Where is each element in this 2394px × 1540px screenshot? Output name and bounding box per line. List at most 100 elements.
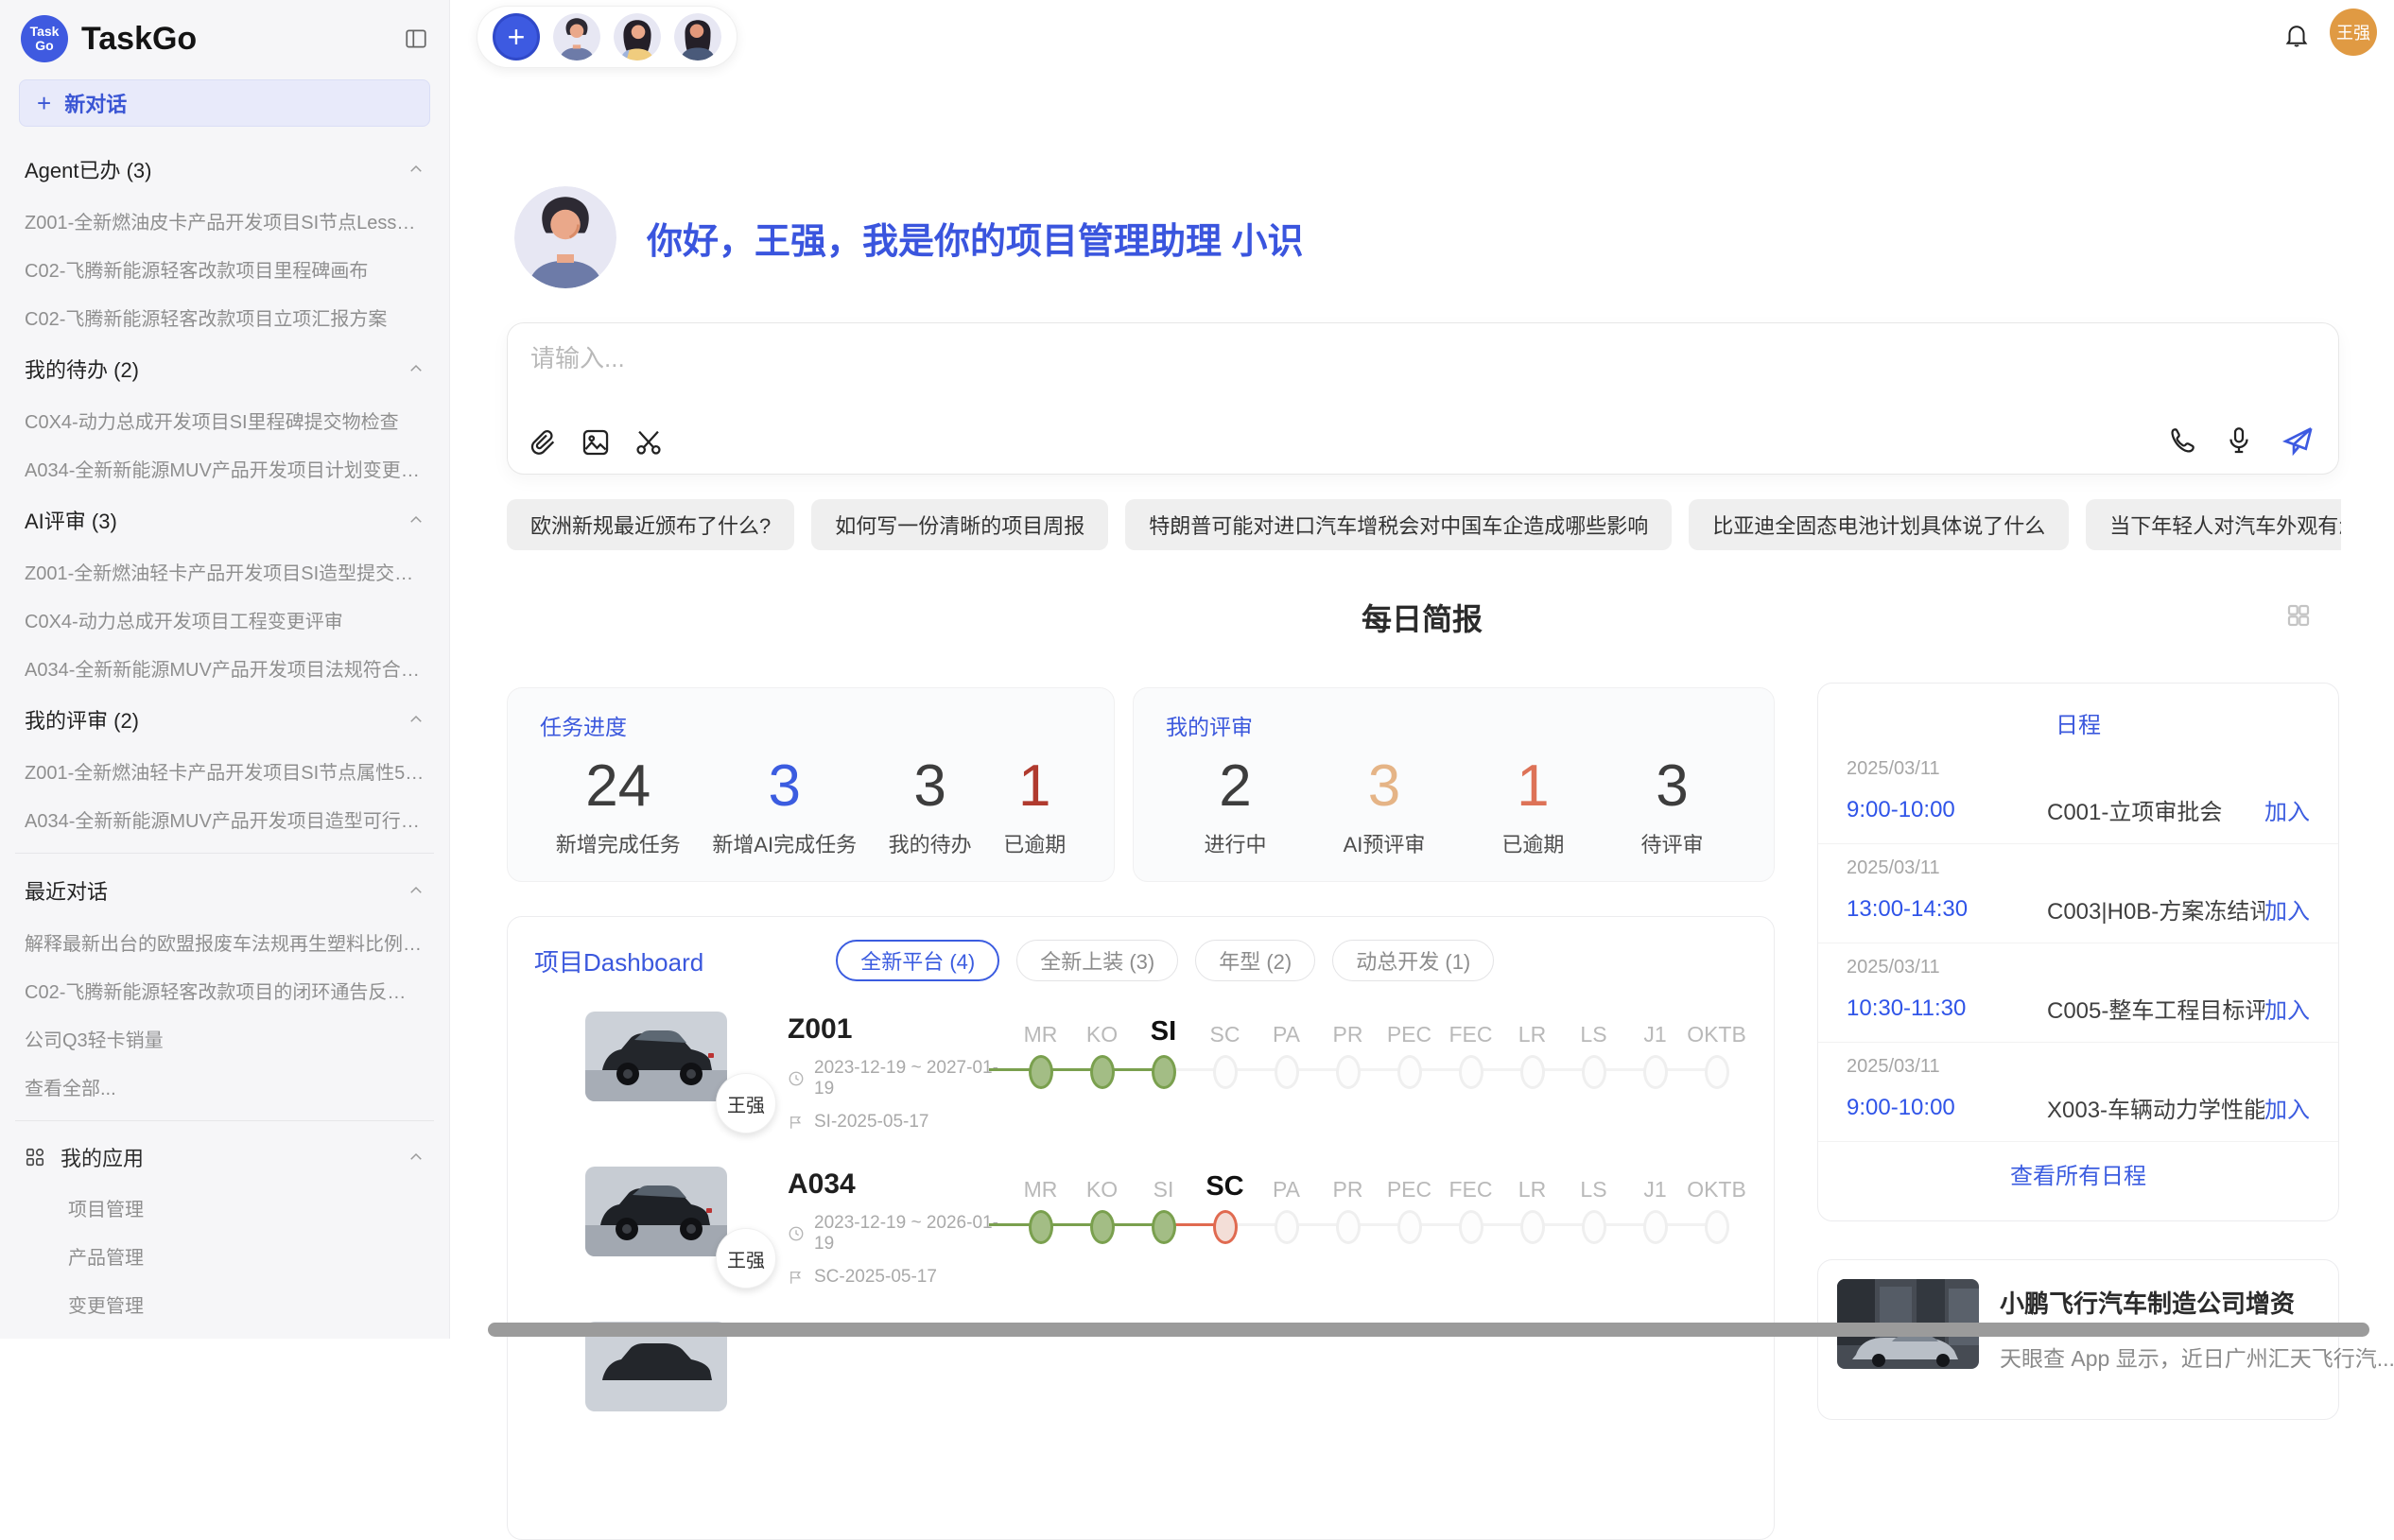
schedule-event: 2025/03/11 13:00-14:30 C003|H0B-方案冻结评审 加… [1818,844,2338,943]
event-time: 9:00-10:00 [1847,1095,2047,1121]
project-dates: 2023-12-19 ~ 2026-01-19 [788,1213,1006,1254]
project-row-a034[interactable]: 王强 A034 2023-12-19 ~ 2026-01-19 SC-2025-… [508,1146,1774,1301]
composer-right-tools [2166,423,2316,459]
project-owner-badge: 王强 [716,1073,776,1133]
recent-chat-item[interactable]: 解释最新出台的欧盟报废车法规再生塑料比例被调至15%... [11,918,438,966]
filter-model-year[interactable]: 年型 (2) [1195,940,1315,981]
project-row-z001[interactable]: 王强 Z001 2023-12-19 ~ 2027-01-19 SI-2025-… [508,991,1774,1146]
my-apps-header[interactable]: 我的应用 [11,1131,438,1184]
milestone-dot [1275,1210,1299,1244]
contact-avatar-2[interactable] [614,13,661,61]
milestone-dot [1643,1210,1668,1244]
news-card[interactable]: 小鹏飞行汽车制造公司增资 天眼查 App 显示，近日广州汇天飞行汽... [1817,1259,2339,1420]
milestone-timeline: MR KO SI SC PA PR PEC FEC LR LS J1 OKTB [1010,1161,1747,1244]
suggestion-chip[interactable]: 欧洲新规最近颁布了什么? [507,499,794,550]
sidebar-item[interactable]: A034-全新新能源MUV产品开发项目计划变更表编写 [11,444,438,493]
filter-powertrain[interactable]: 动总开发 (1) [1332,940,1494,981]
project-car-image [585,1167,727,1256]
app-item[interactable]: 产品管理 [11,1232,438,1280]
attachment-icon[interactable] [527,426,559,459]
chevron-up-icon[interactable] [408,511,425,528]
image-upload-icon[interactable] [580,426,612,459]
project-row-partial[interactable] [508,1301,1774,1425]
event-title: X003-车辆动力学性能验... [2047,1091,2264,1124]
contact-avatar-1[interactable] [553,13,600,61]
apps-view-all[interactable]: 查看全部... [11,1328,438,1339]
section-header-agent-done[interactable]: Agent已办 (3) [11,142,438,197]
event-date: 2025/03/11 [1847,957,2310,978]
chat-input[interactable] [530,344,2043,373]
schedule-event: 2025/03/11 9:00-10:00 X003-车辆动力学性能验... 加… [1818,1043,2338,1142]
sidebar-item[interactable]: Z001-全新燃油皮卡产品开发项目SI节点Lesson Learn报告 [11,197,438,245]
chevron-up-icon[interactable] [408,882,425,899]
dashboard-title: 项目Dashboard [534,943,703,978]
chevron-up-icon[interactable] [408,1149,425,1166]
project-flag: SI-2025-05-17 [788,1112,1006,1133]
dashboard-filters: 全新平台 (4) 全新上装 (3) 年型 (2) 动总开发 (1) [836,940,1494,981]
suggestion-chip[interactable]: 当下年轻人对汽车外观有怎样的喜好趋势 [2086,499,2341,550]
sidebar-item[interactable]: A034-全新新能源MUV产品开发项目法规符合性评审 [11,644,438,692]
new-chat-button[interactable]: + 新对话 [19,79,430,127]
sidebar-item[interactable]: C02-飞腾新能源轻客改款项目里程碑画布 [11,245,438,293]
recent-chat-item[interactable]: C02-飞腾新能源轻客改款项目的闭环通告反馈情况 [11,966,438,1014]
suggestion-chip[interactable]: 比亚迪全固态电池计划具体说了什么 [1689,499,2069,550]
task-progress-card: 任务进度 24新增完成任务 3新增AI完成任务 3我的待办 1已逾期 [507,687,1115,882]
section-header-my-review[interactable]: 我的评审 (2) [11,692,438,747]
microphone-icon[interactable] [2223,424,2255,457]
view-all-schedule-link[interactable]: 查看所有日程 [1818,1142,2338,1190]
sidebar-item[interactable]: Z001-全新燃油轻卡产品开发项目SI造型提交物评审 [11,547,438,596]
app-title: TaskGo [81,21,197,58]
sidebar-item[interactable]: C0X4-动力总成开发项目SI里程碑提交物检查 [11,396,438,444]
milestone-dot [1029,1055,1053,1089]
join-link[interactable]: 加入 [2264,892,2310,926]
filter-new-platform[interactable]: 全新平台 (4) [836,940,999,981]
section-header-ai-review[interactable]: AI评审 (3) [11,493,438,547]
milestone-dot [1520,1055,1545,1089]
sidebar-item[interactable]: C02-飞腾新能源轻客改款项目立项汇报方案 [11,293,438,341]
recent-chat-item[interactable]: 公司Q3轻卡销量 [11,1014,438,1063]
milestone-dot [1029,1210,1053,1244]
milestone-dot [1336,1055,1361,1089]
join-link[interactable]: 加入 [2264,793,2310,826]
app-item[interactable]: 变更管理 [11,1280,438,1328]
event-time: 9:00-10:00 [1847,797,2047,823]
sidebar-collapse-icon[interactable] [404,26,428,51]
new-chat-label: 新对话 [64,88,127,118]
section-header-my-todo[interactable]: 我的待办 (2) [11,341,438,396]
suggestion-chip[interactable]: 特朗普可能对进口汽车增税会对中国车企造成哪些影响 [1125,499,1672,550]
user-avatar[interactable]: 王强 [2330,9,2377,56]
layout-grid-icon[interactable] [2284,601,2313,630]
sidebar-item[interactable]: C0X4-动力总成开发项目工程变更评审 [11,596,438,644]
sidebar-item[interactable]: A034-全新新能源MUV产品开发项目造型可行性评审 [11,795,438,843]
event-title: C003|H0B-方案冻结评审 [2047,892,2264,926]
join-link[interactable]: 加入 [2264,1091,2310,1124]
chevron-up-icon[interactable] [408,161,425,178]
chevron-up-icon[interactable] [408,711,425,728]
phone-call-icon[interactable] [2166,424,2198,457]
schedule-title: 日程 [1818,683,2338,745]
join-link[interactable]: 加入 [2264,992,2310,1025]
filter-new-body[interactable]: 全新上装 (3) [1016,940,1178,981]
schedule-event: 2025/03/11 9:00-10:00 C001-立项审批会 加入 [1818,745,2338,844]
clock-icon [788,1070,805,1087]
section-header-recent[interactable]: 最近对话 [11,863,438,918]
event-date: 2025/03/11 [1847,1056,2310,1078]
card-title: 我的评审 [1166,709,1742,741]
schedule-event: 2025/03/11 10:30-11:30 C005-整车工程目标评审 加入 [1818,943,2338,1043]
horizontal-scrollbar[interactable] [488,1323,2369,1337]
notification-bell-icon[interactable] [2282,21,2311,49]
milestone-dot [1643,1055,1668,1089]
recent-view-all[interactable]: 查看全部... [11,1063,438,1111]
sidebar-item[interactable]: Z001-全新燃油轻卡产品开发项目SI节点属性5D文件评审 [11,747,438,795]
milestone-dot [1090,1055,1115,1089]
suggestion-chip[interactable]: 如何写一份清晰的项目周报 [811,499,1108,550]
chevron-up-icon[interactable] [408,360,425,377]
send-icon[interactable] [2280,423,2316,459]
add-contact-button[interactable]: + [493,13,540,61]
project-flag: SC-2025-05-17 [788,1267,1006,1288]
project-code: A034 [788,1168,1006,1201]
sidebar: Task Go TaskGo + 新对话 Agent已办 (3) Z001-全新… [0,0,450,1339]
scissors-icon[interactable] [633,426,665,459]
app-item[interactable]: 项目管理 [11,1184,438,1232]
contact-avatar-3[interactable] [674,13,721,61]
